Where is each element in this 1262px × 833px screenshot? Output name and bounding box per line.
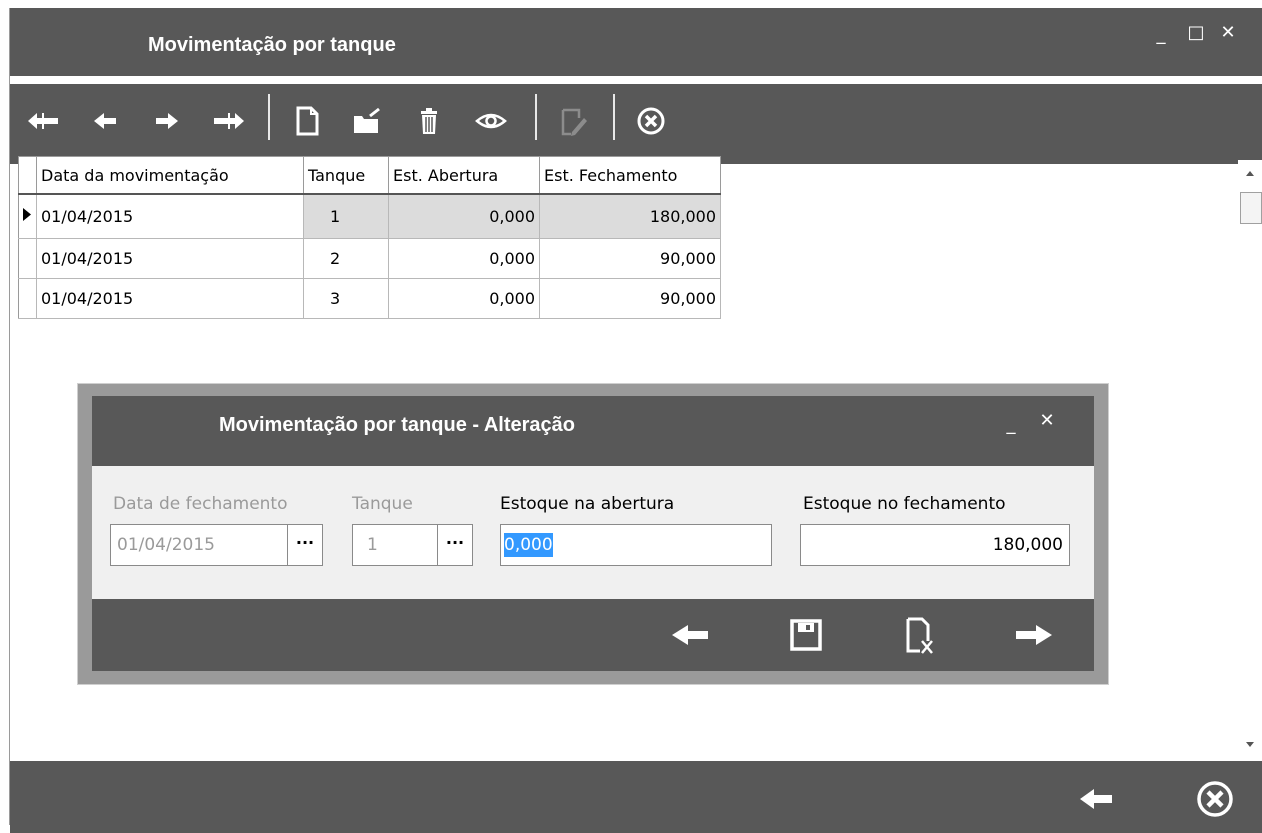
cell-tank[interactable]: 3 — [303, 278, 389, 319]
toolbar-separator — [268, 94, 270, 140]
current-row-arrow-icon — [23, 208, 31, 221]
closing-date-lookup-button[interactable]: ··· — [287, 524, 323, 566]
scroll-up-icon — [1246, 171, 1254, 176]
open-folder-icon[interactable] — [350, 104, 384, 138]
toolbar-separator — [535, 94, 537, 140]
scrollbar-thumb[interactable] — [1240, 192, 1262, 224]
cell-tank[interactable]: 2 — [303, 238, 389, 279]
data-grid: Data da movimentação Tanque Est. Abertur… — [18, 156, 721, 319]
tank-field[interactable]: 1 — [352, 524, 438, 566]
opening-stock-value: 0,000 — [504, 533, 553, 557]
last-record-icon[interactable] — [212, 104, 246, 138]
minimize-button[interactable]: _ — [1150, 24, 1172, 46]
column-header-closing[interactable]: Est. Fechamento — [539, 156, 721, 195]
bottom-bar — [10, 761, 1262, 833]
cell-date[interactable]: 01/04/2015 — [36, 238, 304, 279]
cell-date[interactable]: 01/04/2015 — [36, 278, 304, 319]
window-title: Movimentação por tanque — [148, 34, 396, 56]
opening-stock-label: Estoque na abertura — [500, 494, 675, 514]
cell-opening[interactable]: 0,000 — [388, 278, 540, 319]
edit-icon[interactable] — [555, 104, 589, 138]
cancel-icon[interactable] — [1194, 778, 1236, 820]
cell-closing[interactable]: 180,000 — [539, 193, 721, 239]
cell-closing[interactable]: 90,000 — [539, 238, 721, 279]
view-icon[interactable] — [474, 104, 508, 138]
dialog-close-button[interactable]: ✕ — [1036, 410, 1058, 432]
row-indicator-header — [18, 156, 37, 195]
cell-date[interactable]: 01/04/2015 — [36, 193, 304, 239]
row-indicator — [18, 238, 37, 279]
edit-dialog: Movimentação por tanque - Alteração _ ✕ … — [78, 384, 1108, 684]
cancel-icon[interactable] — [634, 104, 668, 138]
opening-stock-input[interactable]: 0,000 — [500, 524, 772, 566]
dialog-footer — [92, 599, 1094, 671]
first-record-icon[interactable] — [26, 104, 60, 138]
maximize-button[interactable]: □ — [1185, 22, 1207, 44]
scroll-down-icon — [1246, 742, 1254, 747]
toolbar-separator — [613, 94, 615, 140]
previous-record-icon[interactable] — [88, 104, 122, 138]
cell-closing[interactable]: 90,000 — [539, 278, 721, 319]
table-row[interactable]: 01/04/2015 3 0,000 90,000 — [18, 278, 721, 319]
row-indicator — [18, 278, 37, 319]
cell-opening[interactable]: 0,000 — [388, 238, 540, 279]
back-arrow-icon[interactable] — [1076, 779, 1116, 819]
previous-arrow-icon[interactable] — [668, 615, 712, 655]
next-arrow-icon[interactable] — [1012, 615, 1056, 655]
toolbar — [10, 84, 1262, 164]
new-record-icon[interactable] — [290, 104, 324, 138]
column-header-tank[interactable]: Tanque — [303, 156, 389, 195]
table-row[interactable]: 01/04/2015 2 0,000 90,000 — [18, 238, 721, 279]
closing-date-field[interactable]: 01/04/2015 — [110, 524, 288, 566]
grid-header-row: Data da movimentação Tanque Est. Abertur… — [18, 156, 721, 195]
closing-stock-label: Estoque no fechamento — [803, 494, 1006, 514]
next-record-icon[interactable] — [150, 104, 184, 138]
discard-document-icon[interactable] — [900, 613, 940, 657]
dialog-minimize-button[interactable]: _ — [1000, 414, 1022, 436]
dialog-title: Movimentação por tanque - Alteração — [219, 414, 575, 436]
cell-opening[interactable]: 0,000 — [388, 193, 540, 239]
column-header-opening[interactable]: Est. Abertura — [388, 156, 540, 195]
table-row[interactable]: 01/04/2015 1 0,000 180,000 — [18, 193, 721, 239]
tank-label: Tanque — [352, 494, 413, 514]
closing-stock-input[interactable]: 180,000 — [800, 524, 1070, 566]
row-indicator — [18, 193, 37, 239]
cell-tank[interactable]: 1 — [303, 193, 389, 239]
closing-date-label: Data de fechamento — [113, 494, 288, 514]
tank-lookup-button[interactable]: ··· — [437, 524, 473, 566]
close-button[interactable]: ✕ — [1217, 22, 1239, 44]
save-icon[interactable] — [786, 615, 826, 655]
column-header-date[interactable]: Data da movimentação — [36, 156, 304, 195]
dialog-body: Data de fechamento 01/04/2015 ··· Tanque… — [92, 466, 1094, 599]
title-bar: Movimentação por tanque _ □ ✕ — [10, 8, 1262, 76]
vertical-scrollbar[interactable] — [1238, 160, 1262, 760]
delete-icon[interactable] — [412, 104, 446, 138]
